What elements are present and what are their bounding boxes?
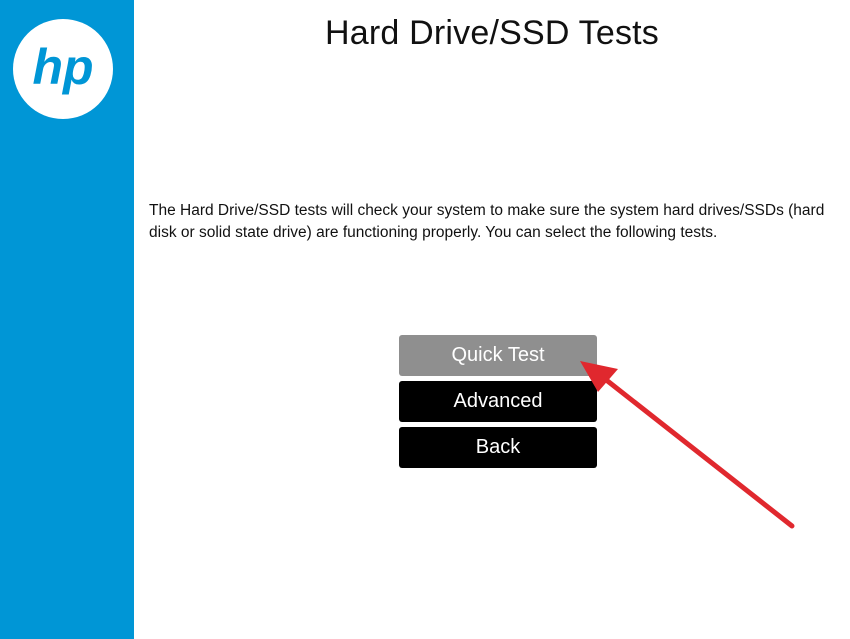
test-description: The Hard Drive/SSD tests will check your… <box>149 202 825 241</box>
test-options: Quick Test Advanced Back <box>399 335 597 473</box>
hp-logo-icon: hp <box>13 19 113 119</box>
diagnostics-screen: hp Hard Drive/SSD Tests The Hard Drive/S… <box>0 0 850 639</box>
brand-sidebar: hp <box>0 0 134 639</box>
page-title: Hard Drive/SSD Tests <box>324 14 660 52</box>
advanced-button[interactable]: Advanced <box>399 381 597 422</box>
back-button[interactable]: Back <box>399 427 597 468</box>
logo-text: hp <box>32 39 93 95</box>
quick-test-button[interactable]: Quick Test <box>399 335 597 376</box>
